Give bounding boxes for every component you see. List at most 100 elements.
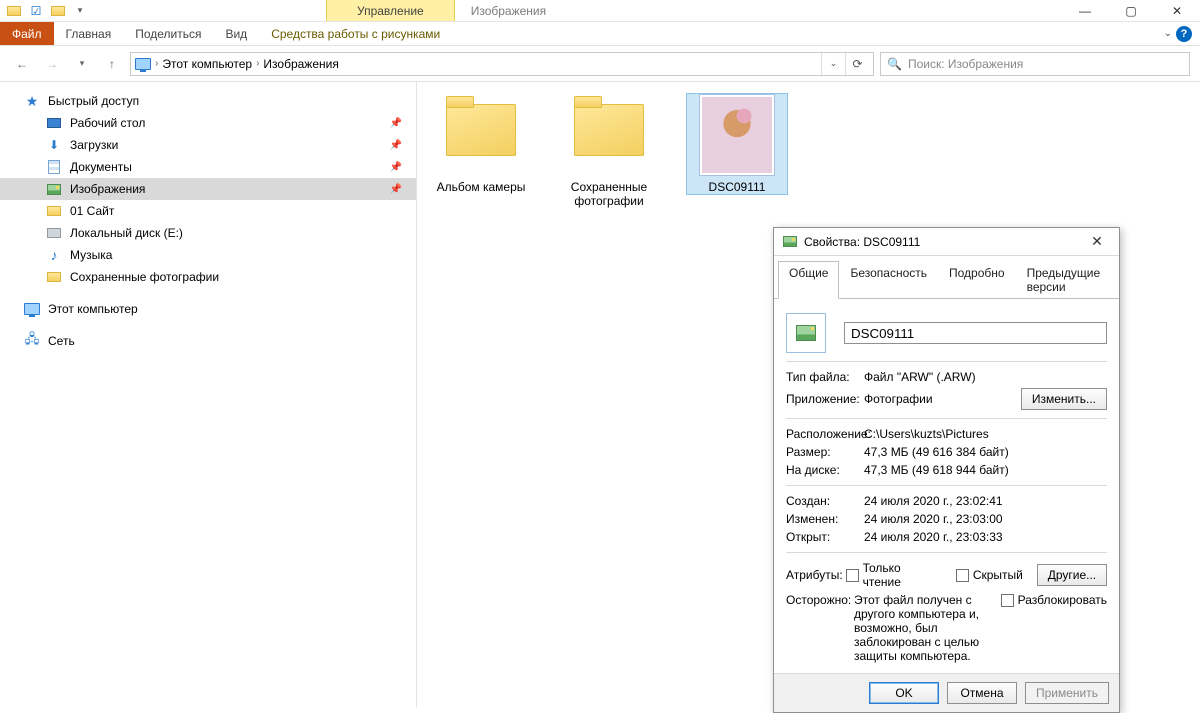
nav-forward-button[interactable]: → (40, 52, 64, 76)
minimize-button[interactable]: — (1062, 0, 1108, 21)
nav-this-pc[interactable]: Этот компьютер (0, 298, 416, 320)
cancel-button[interactable]: Отмена (947, 682, 1017, 704)
music-icon: ♪ (46, 247, 62, 263)
label-location: Расположение: (786, 427, 864, 441)
apply-button[interactable]: Применить (1025, 682, 1109, 704)
dialog-icon (782, 234, 798, 250)
nav-music[interactable]: ♪ Музыка (0, 244, 416, 266)
filename-input[interactable] (844, 322, 1107, 344)
ribbon-tab-home[interactable]: Главная (54, 22, 124, 45)
window-title: Изображения (455, 0, 1062, 21)
properties-dialog: Свойства: DSC09111 ✕ Общие Безопасность … (773, 227, 1120, 713)
label-accessed: Открыт: (786, 530, 864, 544)
dialog-tabs: Общие Безопасность Подробно Предыдущие в… (774, 256, 1119, 299)
tab-previous-versions[interactable]: Предыдущие версии (1016, 261, 1115, 299)
ribbon-expand-icon[interactable]: ⌄ (1164, 28, 1172, 39)
folder-icon (46, 203, 62, 219)
nav-quick-access[interactable]: ★ Быстрый доступ (0, 90, 416, 112)
disk-icon (46, 225, 62, 241)
location-icon (135, 56, 151, 72)
item-label: DSC09111 (687, 180, 787, 194)
folder-icon (438, 104, 524, 174)
nav-label: Быстрый доступ (48, 94, 139, 108)
pin-icon: 📌 (390, 184, 402, 195)
label-caution: Осторожно: (786, 593, 846, 607)
nav-desktop[interactable]: Рабочий стол 📌 (0, 112, 416, 134)
document-icon (46, 159, 62, 175)
label-attributes: Атрибуты: (786, 568, 846, 582)
nav-pictures[interactable]: Изображения 📌 (0, 178, 416, 200)
nav-recent-dropdown[interactable]: ▾ (70, 52, 94, 76)
label-app: Приложение: (786, 392, 864, 406)
tab-general[interactable]: Общие (778, 261, 839, 299)
close-button[interactable]: ✕ (1154, 0, 1200, 21)
pin-icon: 📌 (390, 140, 402, 151)
folder-icon (566, 104, 652, 174)
nav-network[interactable]: 🖧 Сеть (0, 330, 416, 352)
value-accessed: 24 июля 2020 г., 23:03:33 (864, 530, 1107, 544)
ok-button[interactable]: OK (869, 682, 939, 704)
folder-camera-roll[interactable]: Альбом камеры (431, 94, 531, 194)
folder-saved-photos[interactable]: Сохраненные фотографии (559, 94, 659, 208)
image-thumbnail (699, 94, 775, 176)
label-modified: Изменен: (786, 512, 864, 526)
search-placeholder: Поиск: Изображения (908, 57, 1023, 71)
qat-properties-icon[interactable]: ☑ (28, 3, 44, 19)
file-dsc09111[interactable]: DSC09111 (687, 94, 787, 194)
nav-label: Изображения (70, 182, 145, 196)
address-dropdown-button[interactable]: ⌄ (821, 53, 845, 75)
value-location: C:\Users\kuzts\Pictures (864, 427, 1107, 441)
file-type-icon (786, 313, 826, 353)
ribbon-tab-picture-tools[interactable]: Средства работы с рисунками (259, 22, 452, 45)
value-caution: Этот файл получен с другого компьютера и… (854, 593, 993, 663)
dialog-body: Тип файла:Файл "ARW" (.ARW) Приложение:Ф… (774, 299, 1119, 673)
search-box[interactable]: 🔍 Поиск: Изображения (880, 52, 1190, 76)
qat-newfolder-icon[interactable] (50, 3, 66, 19)
nav-back-button[interactable]: ← (10, 52, 34, 76)
dialog-close-button[interactable]: ✕ (1083, 233, 1111, 250)
checkbox-unblock[interactable]: Разблокировать (1001, 593, 1107, 607)
nav-site01[interactable]: 01 Сайт (0, 200, 416, 222)
ribbon-tab-file[interactable]: Файл (0, 22, 54, 45)
qat-dropdown-icon[interactable]: ▾ (72, 3, 88, 19)
pin-icon: 📌 (390, 118, 402, 129)
address-bar: ← → ▾ ↑ › Этот компьютер › Изображения ⌄… (0, 46, 1200, 82)
label-on-disk: На диске: (786, 463, 864, 477)
star-icon: ★ (24, 93, 40, 109)
item-label: Альбом камеры (431, 180, 531, 194)
attributes-other-button[interactable]: Другие... (1037, 564, 1107, 586)
breadcrumb-sep[interactable]: › (256, 58, 259, 69)
label-created: Создан: (786, 494, 864, 508)
ribbon-tab-view[interactable]: Вид (213, 22, 259, 45)
nav-saved-photos[interactable]: Сохраненные фотографии (0, 266, 416, 288)
app-icon (6, 3, 22, 19)
value-created: 24 июля 2020 г., 23:02:41 (864, 494, 1107, 508)
checkbox-readonly[interactable]: Только чтение (846, 561, 942, 589)
tab-details[interactable]: Подробно (938, 261, 1016, 299)
nav-documents[interactable]: Документы 📌 (0, 156, 416, 178)
nav-downloads[interactable]: ⬇ Загрузки 📌 (0, 134, 416, 156)
ribbon-tab-share[interactable]: Поделиться (123, 22, 213, 45)
ribbon-tabs: Файл Главная Поделиться Вид Средства раб… (0, 22, 1200, 46)
computer-icon (24, 301, 40, 317)
navigation-pane: ★ Быстрый доступ Рабочий стол 📌 ⬇ Загруз… (0, 82, 417, 708)
dialog-titlebar[interactable]: Свойства: DSC09111 ✕ (774, 228, 1119, 256)
breadcrumb-pictures[interactable]: Изображения (263, 57, 338, 71)
value-size: 47,3 МБ (49 616 384 байт) (864, 445, 1107, 459)
change-app-button[interactable]: Изменить... (1021, 388, 1107, 410)
checkbox-hidden[interactable]: Скрытый (956, 568, 1023, 582)
nav-label: Музыка (70, 248, 112, 262)
address-box[interactable]: › Этот компьютер › Изображения ⌄ ⟳ (130, 52, 874, 76)
nav-up-button[interactable]: ↑ (100, 52, 124, 76)
title-bar: ☑ ▾ Управление Изображения — ▢ ✕ (0, 0, 1200, 22)
tab-security[interactable]: Безопасность (839, 261, 938, 299)
picture-icon (46, 181, 62, 197)
refresh-button[interactable]: ⟳ (845, 53, 869, 75)
breadcrumb-sep[interactable]: › (155, 58, 158, 69)
help-icon[interactable]: ? (1176, 26, 1192, 42)
breadcrumb-this-pc[interactable]: Этот компьютер (162, 57, 252, 71)
desktop-icon (46, 115, 62, 131)
nav-local-disk[interactable]: Локальный диск (E:) (0, 222, 416, 244)
maximize-button[interactable]: ▢ (1108, 0, 1154, 21)
contextual-tab-header: Управление (326, 0, 455, 21)
